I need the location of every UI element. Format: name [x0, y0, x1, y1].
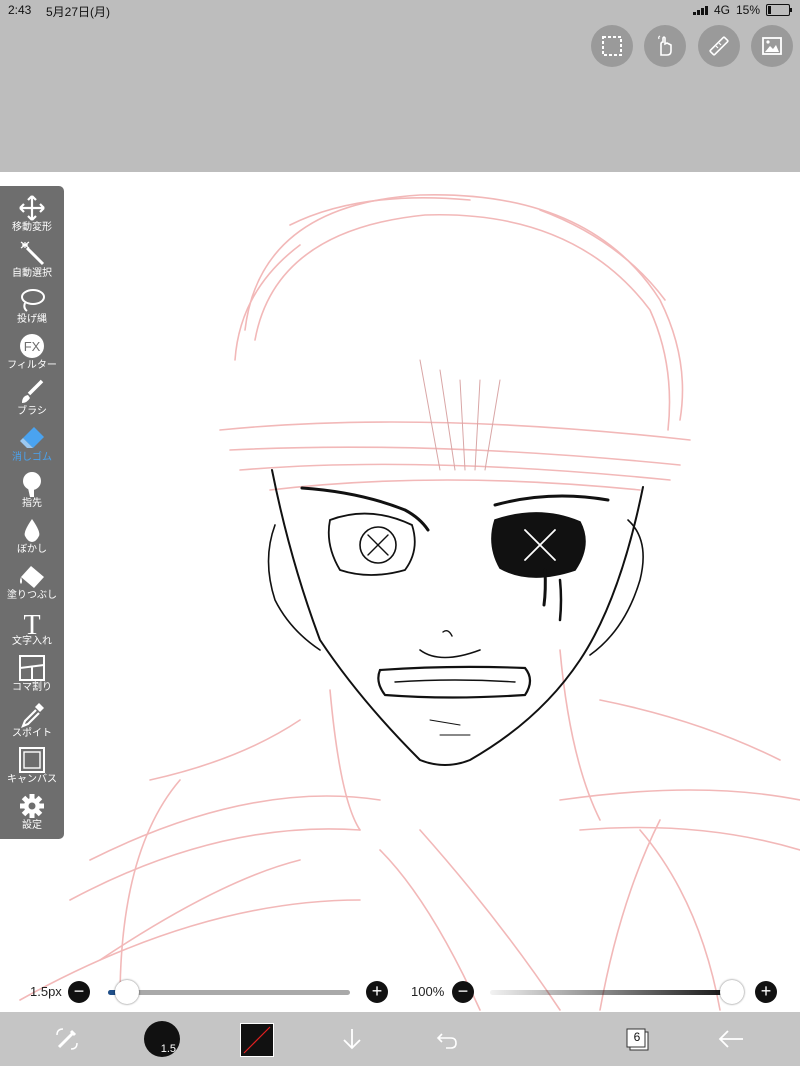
tool-frame[interactable]: コマ割り: [0, 652, 64, 698]
sketch-artwork: [19, 194, 800, 1011]
back-button[interactable]: [714, 1022, 748, 1056]
selection-button[interactable]: [591, 25, 633, 67]
color-none-icon: [243, 1026, 271, 1054]
brush-size-minus-button[interactable]: −: [68, 981, 90, 1003]
bucket-icon: [17, 562, 47, 590]
brush-icon: [17, 378, 47, 406]
tool-label: キャンバス: [7, 774, 57, 785]
finger-icon: [17, 470, 47, 498]
opacity-value: 100%: [411, 984, 445, 999]
tool-fill[interactable]: 塗りつぶし: [0, 560, 64, 606]
tool-panel: 移動変形自動選択投げ縄 FX フィルターブラシ消しゴム指先ぼかし塗りつぶし T 文字入れ…: [0, 186, 64, 839]
tool-label: 塗りつぶし: [6, 590, 58, 601]
image-button[interactable]: [751, 25, 793, 67]
tool-move[interactable]: 移動変形: [0, 192, 64, 238]
color-swatch-button[interactable]: [240, 1023, 274, 1057]
tool-label: 投げ縄: [17, 314, 47, 325]
tool-label: 指先: [22, 498, 42, 509]
hand-gesture-icon: [658, 35, 672, 56]
bottom-toolbar: 1.5 6: [0, 1012, 800, 1066]
eraser-icon: [17, 424, 47, 452]
status-bar: 2:43 5月27日(月) 4G 15%: [0, 0, 800, 20]
brush-eraser-swap-icon: [56, 1028, 78, 1050]
tool-label: 移動変形: [12, 222, 52, 233]
tool-label: フィルター: [7, 360, 57, 371]
tool-label: 文字入れ: [12, 636, 52, 647]
signal-icon: [692, 5, 708, 15]
top-area: 2:43 5月27日(月) 4G 15%: [0, 0, 800, 172]
battery-percent: 15%: [735, 3, 760, 17]
status-time: 2:43: [8, 3, 32, 17]
tool-blur[interactable]: ぼかし: [0, 514, 64, 560]
tool-eraser[interactable]: 消しゴム: [0, 422, 64, 468]
brush-eraser-swap-button[interactable]: [50, 1022, 84, 1056]
undo-button[interactable]: [430, 1022, 464, 1056]
status-right: 4G 15%: [692, 3, 792, 17]
arrow-down-icon: [343, 1029, 361, 1050]
brush-size-track[interactable]: [108, 990, 350, 995]
tool-label: スポイト: [12, 728, 52, 739]
tool-label: 設定: [22, 820, 42, 831]
brush-preview-button[interactable]: 1.5: [144, 1021, 180, 1057]
tool-canvas[interactable]: キャンバス: [0, 744, 64, 790]
tool-label: 自動選択: [12, 268, 52, 279]
tool-label: ブラシ: [17, 406, 47, 417]
tool-eyedropper[interactable]: スポイト: [0, 698, 64, 744]
frame-divider-icon: [17, 654, 47, 682]
tool-lasso[interactable]: 投げ縄: [0, 284, 64, 330]
opacity-track[interactable]: [490, 990, 732, 995]
drawing-canvas[interactable]: [0, 172, 800, 1012]
drop-icon: [17, 516, 47, 544]
svg-text:FX: FX: [24, 339, 41, 354]
layers-button[interactable]: 6: [620, 1022, 654, 1056]
brush-size-slider-thumb[interactable]: [114, 980, 139, 1004]
tool-text[interactable]: T 文字入れ: [0, 606, 64, 652]
tool-label: ぼかし: [17, 544, 47, 555]
brush-size-value: 1.5px: [30, 984, 62, 999]
fx-icon: FX: [17, 332, 47, 360]
text-icon: T: [17, 608, 47, 641]
brush-preview-size: 1.5: [160, 1043, 176, 1055]
status-date: 5月27日(月): [46, 5, 111, 19]
tool-label: 消しゴム: [12, 452, 52, 463]
ruler-icon: [709, 36, 729, 56]
undo-icon: [436, 1033, 457, 1049]
canvas-icon: [17, 746, 47, 774]
slider-row: 1.5px − + 100% − +: [0, 974, 800, 1010]
battery-icon: [766, 4, 792, 16]
opacity-plus-button[interactable]: +: [755, 981, 777, 1003]
tool-finger[interactable]: 指先: [0, 468, 64, 514]
hand-gesture-button[interactable]: [644, 25, 686, 67]
lasso-icon: [17, 286, 47, 314]
layer-count: 6: [633, 1030, 641, 1044]
download-button[interactable]: [335, 1022, 369, 1056]
magic-wand-icon: [17, 240, 47, 268]
tool-filter[interactable]: FX フィルター: [0, 330, 64, 376]
tool-auto-select[interactable]: 自動選択: [0, 238, 64, 284]
arrow-left-icon: [718, 1030, 743, 1048]
selection-icon: [602, 36, 622, 56]
tool-settings[interactable]: 設定: [0, 790, 64, 836]
ruler-button[interactable]: [698, 25, 740, 67]
opacity-minus-button[interactable]: −: [452, 981, 474, 1003]
svg-text:T: T: [23, 610, 40, 636]
tool-label: コマ割り: [12, 682, 52, 693]
gear-icon: [17, 792, 47, 820]
brush-size-plus-button[interactable]: +: [366, 981, 388, 1003]
tool-brush[interactable]: ブラシ: [0, 376, 64, 422]
opacity-slider-thumb[interactable]: [720, 980, 744, 1004]
eyedropper-icon: [17, 700, 47, 728]
move-icon: [17, 194, 47, 222]
network-label: 4G: [713, 3, 730, 17]
image-icon: [762, 37, 782, 55]
